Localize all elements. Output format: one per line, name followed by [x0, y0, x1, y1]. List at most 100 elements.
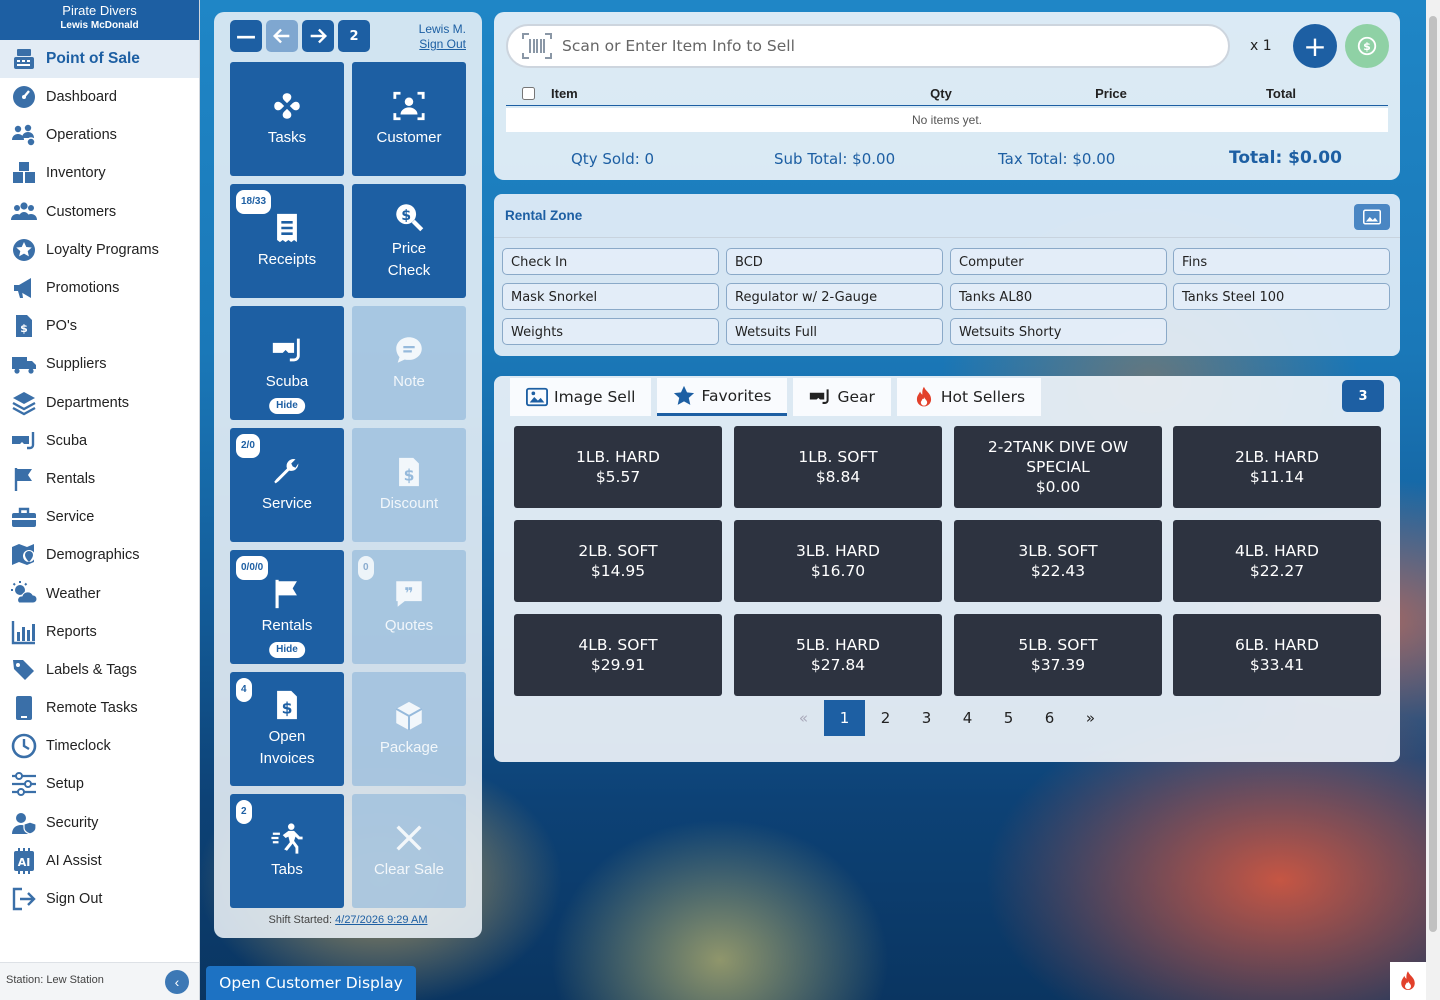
receipts-tile[interactable]: 18/33 Receipts [230, 184, 344, 298]
collapse-sidebar-button[interactable]: ‹ [165, 970, 189, 994]
price-check-tile[interactable]: $ Price Check [352, 184, 466, 298]
sidebar-item-security[interactable]: Security [0, 804, 199, 842]
sidebar-item-labels-tags[interactable]: Labels & Tags [0, 651, 199, 689]
product-tile[interactable]: 4LB. SOFT $29.91 [514, 614, 722, 696]
sidebar-item-departments[interactable]: Departments [0, 384, 199, 422]
pay-button[interactable]: $ [1345, 24, 1389, 68]
dive-mask-icon [272, 338, 300, 362]
sidebar-item-dashboard[interactable]: Dashboard [0, 78, 199, 116]
page-count-button[interactable]: 3 [1342, 380, 1384, 412]
rental-button-regulator-w-2-gauge[interactable]: Regulator w/ 2-Gauge [726, 283, 943, 310]
pager-page[interactable]: 5 [988, 700, 1029, 736]
tabs-tile[interactable]: 2 Tabs [230, 794, 344, 908]
product-tile[interactable]: 3LB. SOFT $22.43 [954, 520, 1162, 602]
customer-tile[interactable]: Customer [352, 62, 466, 176]
scuba-hide-pill[interactable]: Hide [269, 398, 305, 414]
pager-next[interactable]: » [1070, 700, 1111, 736]
tasks-tile[interactable]: Tasks [230, 62, 344, 176]
back-button[interactable] [266, 20, 298, 52]
sidebar-item-demographics[interactable]: Demographics [0, 536, 199, 574]
rental-button-tanks-steel-100[interactable]: Tanks Steel 100 [1173, 283, 1390, 310]
sign-out-link[interactable]: Sign Out [419, 37, 466, 52]
sidebar-item-scuba[interactable]: Scuba [0, 422, 199, 460]
tab-favorites[interactable]: Favorites [657, 378, 788, 416]
quotes-tile[interactable]: 0 ❞ Quotes [352, 550, 466, 664]
sidebar-item-inventory[interactable]: Inventory [0, 154, 199, 192]
rental-button-fins[interactable]: Fins [1173, 248, 1390, 275]
price-search-icon: $ [396, 204, 424, 232]
sidebar-item-promotions[interactable]: Promotions [0, 269, 199, 307]
sidebar-item-remote-tasks[interactable]: Remote Tasks [0, 689, 199, 727]
rental-button-mask-snorkel[interactable]: Mask Snorkel [502, 283, 719, 310]
sidebar-item-sign-out[interactable]: Sign Out [0, 880, 199, 918]
package-tile[interactable]: Package [352, 672, 466, 786]
rental-button-check-in[interactable]: Check In [502, 248, 719, 275]
rentals-hide-pill[interactable]: Hide [269, 642, 305, 658]
rental-button-bcd[interactable]: BCD [726, 248, 943, 275]
scrollbar-thumb[interactable] [1429, 16, 1437, 932]
counter-button[interactable]: 2 [338, 20, 370, 52]
rental-button-wetsuits-full[interactable]: Wetsuits Full [726, 318, 943, 345]
quantity-multiplier[interactable]: x 1 [1250, 38, 1272, 54]
pager-page[interactable]: 3 [906, 700, 947, 736]
rental-button-weights[interactable]: Weights [502, 318, 719, 345]
clear-sale-tile[interactable]: Clear Sale [352, 794, 466, 908]
scuba-tile[interactable]: Scuba Hide [230, 306, 344, 420]
pager-prev[interactable]: « [783, 700, 824, 736]
product-tile[interactable]: 2LB. SOFT $14.95 [514, 520, 722, 602]
tab-hot-sellers[interactable]: Hot Sellers [896, 378, 1042, 416]
rental-zone-title: Rental Zone [494, 194, 1400, 238]
sidebar-item-customers[interactable]: Customers [0, 193, 199, 231]
sidebar-item-loyalty-programs[interactable]: Loyalty Programs [0, 231, 199, 269]
product-tile[interactable]: 5LB. SOFT $37.39 [954, 614, 1162, 696]
shift-time-link[interactable]: 4/27/2026 9:29 AM [335, 914, 427, 926]
scan-field[interactable] [506, 24, 1230, 68]
hot-sellers-shortcut[interactable] [1390, 962, 1426, 1000]
pager-page[interactable]: 1 [824, 700, 865, 736]
minimize-button[interactable]: — [230, 20, 262, 52]
dollar-coin-icon: $ [1357, 36, 1377, 56]
product-tile[interactable]: 6LB. HARD $33.41 [1173, 614, 1381, 696]
rental-image-button[interactable] [1354, 204, 1390, 230]
product-tile[interactable]: 2-2TANK DIVE OW SPECIAL $0.00 [954, 426, 1162, 508]
rental-button-computer[interactable]: Computer [950, 248, 1167, 275]
sidebar-item-label: AI Assist [46, 852, 102, 869]
rental-button-tanks-al80[interactable]: Tanks AL80 [950, 283, 1167, 310]
product-tile[interactable]: 1LB. SOFT $8.84 [734, 426, 942, 508]
open-customer-display-button[interactable]: Open Customer Display [206, 966, 416, 1000]
sidebar-item-po-s[interactable]: $ PO's [0, 307, 199, 345]
add-item-button[interactable]: + [1293, 24, 1337, 68]
pager-page[interactable]: 6 [1029, 700, 1070, 736]
sidebar-item-operations[interactable]: Operations [0, 116, 199, 154]
sidebar-item-setup[interactable]: Setup [0, 765, 199, 803]
pager-page[interactable]: 2 [865, 700, 906, 736]
sidebar-item-ai-assist[interactable]: AI AI Assist [0, 842, 199, 880]
page-scrollbar[interactable] [1426, 0, 1440, 1000]
sidebar-item-suppliers[interactable]: Suppliers [0, 345, 199, 383]
product-tile[interactable]: 1LB. HARD $5.57 [514, 426, 722, 508]
tab-image-sell[interactable]: Image Sell [510, 378, 652, 416]
open-invoices-tile[interactable]: 4 $ Open Invoices [230, 672, 344, 786]
note-tile[interactable]: Note [352, 306, 466, 420]
sidebar-item-weather[interactable]: Weather [0, 574, 199, 612]
sidebar-item-service[interactable]: Service [0, 498, 199, 536]
discount-tile[interactable]: $ Discount [352, 428, 466, 542]
product-tile[interactable]: 3LB. HARD $16.70 [734, 520, 942, 602]
pager-page[interactable]: 4 [947, 700, 988, 736]
product-tile[interactable]: 5LB. HARD $27.84 [734, 614, 942, 696]
rentals-tile[interactable]: 0/0/0 Rentals Hide [230, 550, 344, 664]
product-tile[interactable]: 4LB. HARD $22.27 [1173, 520, 1381, 602]
sidebar-item-reports[interactable]: Reports [0, 613, 199, 651]
sidebar-item-rentals[interactable]: Rentals [0, 460, 199, 498]
service-tile[interactable]: 2/0 Service [230, 428, 344, 542]
select-all-checkbox[interactable] [522, 87, 535, 100]
product-tile[interactable]: 2LB. HARD $11.14 [1173, 426, 1381, 508]
sidebar-item-timeclock[interactable]: Timeclock [0, 727, 199, 765]
mask-icon [10, 428, 38, 454]
tab-gear[interactable]: Gear [793, 378, 891, 416]
forward-button[interactable] [302, 20, 334, 52]
rental-button-wetsuits-shorty[interactable]: Wetsuits Shorty [950, 318, 1167, 345]
sidebar-item-point-of-sale[interactable]: Point of Sale [0, 40, 199, 78]
sidebar-item-label: PO's [46, 318, 77, 335]
scan-input[interactable] [562, 37, 1162, 55]
